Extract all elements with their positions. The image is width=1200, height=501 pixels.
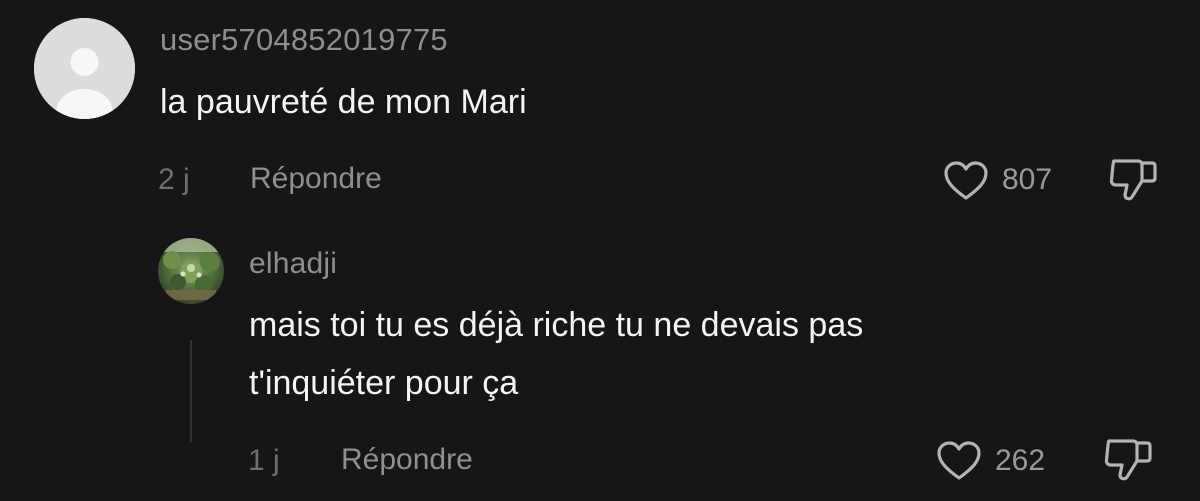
reply-username[interactable]: elhadji [249, 247, 337, 281]
reply-like-count: 262 [995, 444, 1046, 477]
avatar-default-user[interactable] [34, 18, 135, 119]
heart-outline-icon[interactable] [943, 160, 989, 202]
reply-button[interactable]: Répondre [250, 162, 382, 196]
comment-timestamp: 2 j [158, 163, 190, 196]
reply-reply-button[interactable]: Répondre [341, 443, 473, 477]
heart-outline-icon[interactable] [936, 440, 982, 482]
reply-text-line-2: t'inquiéter pour ça [249, 364, 519, 402]
default-user-avatar-icon [34, 18, 135, 119]
thumbs-down-icon[interactable] [1108, 157, 1160, 203]
reply-avatar[interactable] [158, 238, 224, 304]
reply-timestamp: 1 j [248, 444, 280, 477]
comment-text: la pauvreté de mon Mari [160, 83, 527, 121]
comment-username[interactable]: user5704852019775 [160, 22, 448, 58]
reply-text-line-1: mais toi tu es déjà riche tu ne devais p… [249, 306, 864, 344]
thumbs-down-icon[interactable] [1103, 437, 1155, 483]
like-count: 807 [1002, 163, 1053, 196]
thread-connector-line [190, 340, 192, 442]
garden-photo-avatar [158, 238, 224, 304]
